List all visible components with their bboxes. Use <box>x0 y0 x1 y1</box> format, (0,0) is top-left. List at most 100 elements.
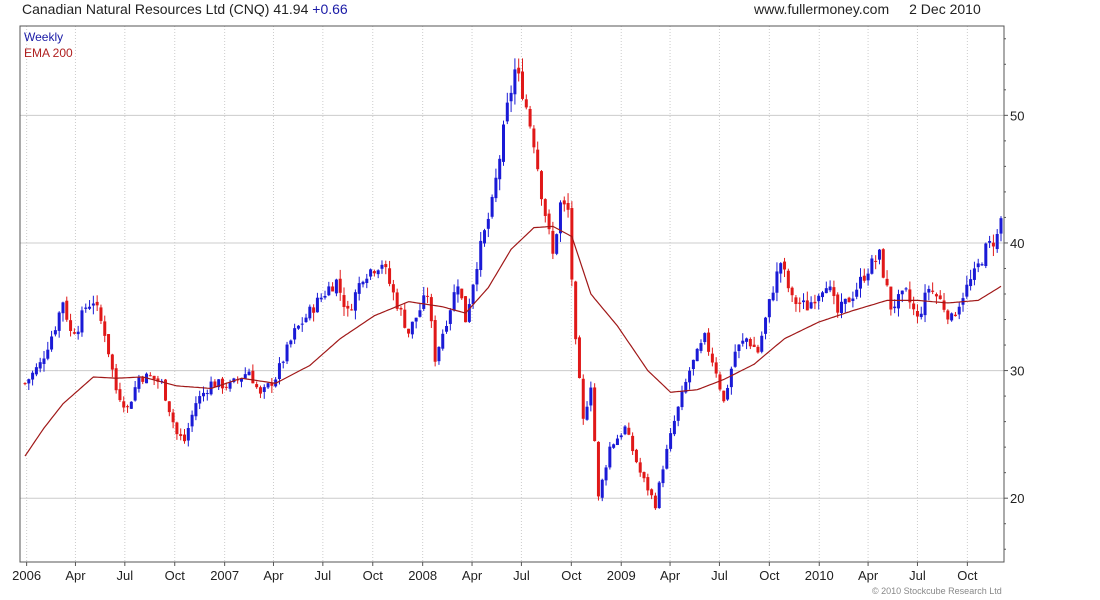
candle-body <box>323 295 327 298</box>
candle-body <box>380 264 384 269</box>
candle-body <box>889 286 893 310</box>
y-tick-label: 50 <box>1010 108 1024 123</box>
candle-body <box>312 307 316 313</box>
candle-body <box>969 279 973 287</box>
candle-body <box>893 306 897 309</box>
candle-body <box>53 330 57 335</box>
candle-body <box>646 477 650 491</box>
candle-body <box>532 128 536 148</box>
candle-body <box>338 278 342 293</box>
candle-body <box>376 270 380 275</box>
candle-body <box>179 434 183 437</box>
candle-body <box>255 384 259 388</box>
website-link[interactable]: www.fullermoney.com <box>754 1 889 17</box>
candle-body <box>141 377 145 382</box>
candle-body <box>483 230 487 244</box>
candle-body <box>870 258 874 274</box>
candle-body <box>615 438 619 446</box>
candle-body <box>824 288 828 294</box>
candle-body <box>923 292 927 316</box>
candle-body <box>350 309 354 311</box>
candle-body <box>836 294 840 313</box>
x-tick-label: Jul <box>117 568 134 583</box>
candle-body <box>672 420 676 435</box>
candle-body <box>585 406 589 420</box>
candle-body <box>464 296 468 323</box>
candle-body <box>175 422 179 435</box>
candle-body <box>505 102 509 122</box>
x-tick-label: Oct <box>957 568 978 583</box>
candle-body <box>467 304 471 322</box>
candle-body <box>699 343 703 351</box>
candle-body <box>695 348 699 362</box>
candle-body <box>422 295 426 309</box>
candle-body <box>984 243 988 267</box>
candle-body <box>737 344 741 351</box>
candle-body <box>745 338 749 342</box>
candle-body <box>479 240 483 271</box>
candle-body <box>103 321 107 336</box>
candle-body <box>365 278 369 284</box>
candle-body <box>31 372 35 380</box>
price-change: +0.66 <box>312 1 348 17</box>
candle-body <box>915 310 919 317</box>
candle-body <box>938 295 942 300</box>
candle-body <box>524 99 528 108</box>
y-tick-label: 40 <box>1010 236 1024 251</box>
candle-body <box>733 351 737 367</box>
candle-body <box>72 332 76 334</box>
legend-ema: EMA 200 <box>24 46 73 60</box>
candle-body <box>220 378 224 389</box>
candle-body <box>319 297 323 300</box>
candle-body <box>137 377 141 389</box>
candle-body <box>946 310 950 320</box>
candle-body <box>69 320 73 331</box>
x-tick-label: 2006 <box>12 568 41 583</box>
candle-body <box>688 370 692 383</box>
candle-body <box>752 344 756 348</box>
candle-body <box>779 263 783 274</box>
candle-body <box>589 387 593 406</box>
candle-body <box>619 435 623 438</box>
candle-body <box>361 281 365 285</box>
candle-body <box>851 298 855 301</box>
candle-body <box>437 346 441 362</box>
candle-body <box>600 479 604 498</box>
x-tick-label: Apr <box>660 568 681 583</box>
x-tick-label: Oct <box>165 568 186 583</box>
candle-body <box>722 390 726 402</box>
candle-body <box>334 279 338 294</box>
candle-body <box>65 300 69 320</box>
candle-body <box>809 302 813 309</box>
candle-body <box>76 331 80 335</box>
y-tick-label: 30 <box>1010 364 1024 379</box>
candle-body <box>118 389 122 401</box>
candle-body <box>858 276 862 289</box>
candle-body <box>919 313 923 318</box>
candle-body <box>277 363 281 380</box>
candle-body <box>372 271 376 274</box>
candle-body <box>429 297 433 322</box>
x-tick-label: Apr <box>65 568 86 583</box>
candle-body <box>608 446 612 468</box>
candle-body <box>653 495 657 509</box>
last-price: 41.94 <box>273 1 309 17</box>
candlestick-series <box>23 58 1003 510</box>
candle-body <box>741 340 745 344</box>
candle-body <box>285 344 289 362</box>
candle-body <box>99 307 103 321</box>
candle-body <box>786 270 790 289</box>
candle-body <box>710 353 714 363</box>
candle-body <box>502 124 506 162</box>
candle-body <box>631 435 635 452</box>
candle-body <box>988 240 992 243</box>
candle-body <box>843 298 847 304</box>
candle-body <box>965 284 969 297</box>
candle-body <box>80 310 84 333</box>
candle-body <box>991 242 995 247</box>
candle-body <box>612 444 616 448</box>
candle-body <box>669 433 673 449</box>
candle-body <box>931 290 935 292</box>
candle-body <box>980 264 984 266</box>
candle-body <box>34 367 38 375</box>
